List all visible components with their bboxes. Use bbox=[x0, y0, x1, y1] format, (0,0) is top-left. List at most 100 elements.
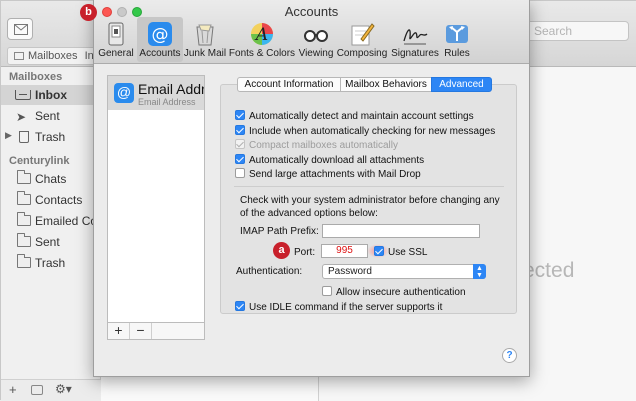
toolbar-composing[interactable]: Composing bbox=[336, 17, 388, 62]
use-idle-checkbox[interactable]: Use IDLE command if the server supports … bbox=[235, 301, 442, 313]
favorites-mailboxes-label: Mailboxes bbox=[28, 50, 78, 62]
auto-detect-settings-checkbox[interactable]: Automatically detect and maintain accoun… bbox=[235, 110, 474, 122]
toolbar-label: Junk Mail bbox=[183, 48, 227, 59]
toolbar-accounts[interactable]: @ Accounts bbox=[137, 17, 183, 62]
checkbox-box[interactable] bbox=[235, 301, 245, 311]
mailboxes-icon bbox=[14, 52, 24, 60]
toolbar-label: Viewing bbox=[298, 48, 334, 59]
checkbox-label: Use IDLE command if the server supports … bbox=[249, 302, 443, 313]
checkbox-label: Automatically detect and maintain accoun… bbox=[249, 111, 474, 122]
gear-icon[interactable]: ⚙▾ bbox=[55, 382, 72, 396]
checkbox-label: Automatically download all attachments bbox=[249, 155, 425, 166]
annotation-badge-a: a bbox=[273, 242, 290, 259]
trash-icon bbox=[19, 131, 29, 143]
checkbox-label: Include when automatically checking for … bbox=[249, 126, 496, 137]
sidebar-item-label: Trash bbox=[35, 256, 66, 270]
allow-insecure-auth-checkbox[interactable]: Allow insecure authentication bbox=[322, 286, 466, 298]
favorites-mailboxes-button[interactable]: Mailboxes In bbox=[7, 47, 97, 65]
port-label: Port: bbox=[294, 247, 316, 258]
add-mailbox-button[interactable]: + bbox=[9, 382, 17, 397]
mail-search-field[interactable]: Search bbox=[525, 21, 629, 41]
account-address: Email Address bbox=[138, 97, 196, 107]
checkbox-label: Compact mailboxes automatically bbox=[249, 140, 398, 151]
checkbox-box[interactable] bbox=[235, 125, 245, 135]
folder-icon bbox=[17, 170, 31, 184]
add-account-button[interactable]: + bbox=[108, 323, 130, 339]
authentication-value: Password bbox=[328, 266, 372, 277]
sidebar-folder-emailed-contacts[interactable]: Emailed Con bbox=[1, 211, 104, 231]
toolbar-fonts-colors[interactable]: A Fonts & Colors bbox=[228, 17, 296, 62]
tab-advanced[interactable]: Advanced bbox=[431, 77, 492, 92]
account-row[interactable]: @ Email Addre Email Address bbox=[108, 76, 204, 110]
mailbox-activity-icon[interactable] bbox=[31, 385, 43, 395]
checkbox-box[interactable] bbox=[374, 246, 384, 256]
sidebar-folder-chats[interactable]: Chats bbox=[1, 169, 101, 189]
svg-text:A: A bbox=[254, 25, 268, 45]
tab-mailbox-behaviors[interactable]: Mailbox Behaviors bbox=[340, 77, 432, 92]
accounts-list: @ Email Addre Email Address bbox=[107, 75, 205, 340]
sidebar-item-label: Trash bbox=[35, 130, 66, 144]
imap-path-prefix-field[interactable] bbox=[322, 224, 480, 238]
sidebar-bottom-bar: + ⚙▾ bbox=[1, 379, 101, 401]
general-icon bbox=[108, 22, 124, 46]
checkbox-box[interactable] bbox=[235, 168, 245, 178]
help-button[interactable]: ? bbox=[502, 348, 517, 363]
paper-plane-icon: ➤ bbox=[16, 110, 27, 124]
sidebar-item-label: Sent bbox=[35, 109, 60, 123]
sidebar-folder-contacts[interactable]: Contacts bbox=[1, 190, 101, 210]
authentication-label: Authentication: bbox=[236, 266, 303, 277]
download-attachments-checkbox[interactable]: Automatically download all attachments bbox=[235, 154, 424, 166]
imap-path-prefix-label: IMAP Path Prefix: bbox=[240, 226, 319, 237]
compose-icon bbox=[14, 24, 28, 35]
compose-button[interactable] bbox=[7, 18, 33, 40]
checkbox-box[interactable] bbox=[322, 286, 332, 296]
port-field[interactable]: 995 bbox=[321, 244, 368, 258]
font-palette-icon: A bbox=[251, 23, 273, 45]
folder-icon bbox=[17, 233, 31, 247]
admin-note: Check with your system administrator bef… bbox=[240, 195, 500, 219]
toolbar-junk-mail[interactable]: Junk Mail bbox=[183, 17, 227, 62]
sidebar-item-trash[interactable]: ▶ Trash bbox=[1, 127, 101, 147]
checkbox-label: Use SSL bbox=[388, 247, 428, 258]
toolbar-label: Accounts bbox=[139, 48, 181, 59]
preferences-toolbar: Accounts General @ Accounts Junk Mail A … bbox=[94, 0, 529, 64]
toolbar-label: Fonts & Colors bbox=[228, 48, 296, 59]
sidebar-item-sent[interactable]: ➤ Sent bbox=[1, 106, 101, 126]
mail-drop-checkbox[interactable]: Send large attachments with Mail Drop bbox=[235, 168, 421, 180]
svg-text:@: @ bbox=[152, 25, 169, 45]
checkbox-box[interactable] bbox=[235, 154, 245, 164]
disclosure-triangle-icon[interactable]: ▶ bbox=[5, 130, 12, 141]
tab-account-information[interactable]: Account Information bbox=[237, 77, 341, 92]
compact-mailboxes-checkbox: Compact mailboxes automatically bbox=[235, 139, 398, 151]
folder-icon bbox=[17, 254, 31, 268]
sidebar-section-mailboxes: Mailboxes bbox=[9, 71, 63, 83]
inbox-icon bbox=[15, 90, 31, 100]
use-ssl-checkbox[interactable]: Use SSL bbox=[374, 246, 427, 258]
authentication-select[interactable]: Password ▲ ▼ bbox=[322, 264, 486, 279]
toolbar-signatures[interactable]: Signatures bbox=[390, 17, 440, 62]
toolbar-viewing[interactable]: Viewing bbox=[296, 17, 336, 62]
sidebar-folder-sent[interactable]: Sent bbox=[1, 232, 101, 252]
checkbox-label: Allow insecure authentication bbox=[336, 287, 466, 298]
folder-icon bbox=[17, 191, 31, 205]
rules-icon bbox=[446, 25, 468, 43]
remove-account-button[interactable]: − bbox=[130, 323, 152, 339]
sidebar-section-centurylink: Centurylink bbox=[9, 155, 70, 167]
accounts-list-buttons: + − bbox=[107, 322, 205, 340]
pencil-note-icon bbox=[351, 23, 375, 46]
sidebar-item-inbox[interactable]: Inbox bbox=[1, 85, 101, 105]
toolbar-rules[interactable]: Rules bbox=[441, 17, 473, 62]
toolbar-general[interactable]: General bbox=[98, 17, 134, 62]
junk-mail-icon bbox=[196, 24, 214, 46]
include-auto-check-checkbox[interactable]: Include when automatically checking for … bbox=[235, 125, 495, 137]
checkbox-box[interactable] bbox=[235, 110, 245, 120]
checkbox-box bbox=[235, 139, 245, 149]
chevron-updown-icon: ▲ ▼ bbox=[473, 264, 486, 279]
sidebar-folder-trash[interactable]: Trash bbox=[1, 253, 101, 273]
toolbar-label: Rules bbox=[444, 48, 470, 59]
no-message-selected-text: ected bbox=[523, 259, 575, 282]
at-sign-icon: @ bbox=[148, 22, 172, 46]
toolbar-label: Signatures bbox=[391, 48, 439, 59]
accounts-preferences-window: Accounts General @ Accounts Junk Mail A … bbox=[93, 0, 530, 377]
sidebar-item-label: Contacts bbox=[35, 193, 83, 207]
